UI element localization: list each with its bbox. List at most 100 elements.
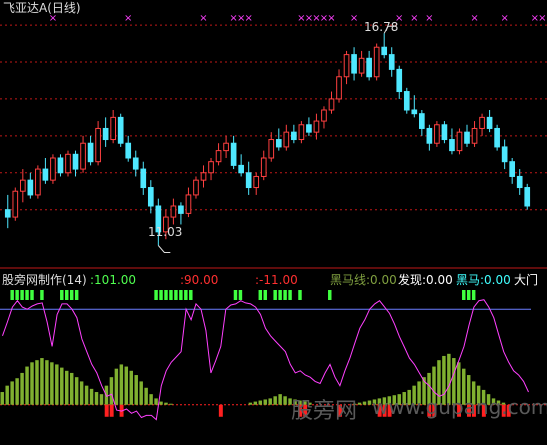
candle-body: [200, 172, 207, 181]
candle-body: [170, 205, 177, 218]
volume-bar: [15, 378, 19, 405]
volume-bar: [5, 385, 9, 405]
candle-body: [321, 109, 327, 122]
candle-body: [464, 131, 470, 144]
candle-body: [524, 187, 531, 207]
signal-tick: [20, 290, 24, 300]
candle-body: [215, 150, 222, 163]
candle-body: [132, 157, 139, 170]
signal-tick: [65, 290, 69, 300]
volume-bar: [263, 399, 267, 405]
volume-bar: [40, 358, 44, 405]
signal-tick: [328, 290, 332, 300]
volume-bar: [248, 402, 253, 405]
candle-body: [441, 124, 448, 141]
volume-bar: [124, 366, 129, 405]
signal-tick: [40, 290, 44, 300]
candle-body: [396, 68, 403, 93]
volume-bar: [367, 400, 372, 405]
candle-body: [57, 157, 64, 174]
candle-body: [110, 116, 116, 141]
negative-bar: [109, 404, 114, 417]
volume-bar: [25, 366, 29, 405]
signal-tick: [184, 290, 188, 300]
candle-body: [449, 139, 455, 152]
volume-bar: [94, 392, 99, 405]
candle-body: [471, 127, 478, 144]
signal-tick: [164, 290, 168, 300]
volume-bar: [278, 394, 282, 405]
candle-body: [516, 175, 523, 189]
volume-bar: [89, 388, 94, 405]
signal-tick: [74, 290, 79, 300]
signal-tick: [159, 290, 163, 300]
candle-body: [19, 179, 26, 192]
volume-bar: [114, 368, 119, 405]
signal-marker: ×: [500, 13, 508, 24]
candle-body: [4, 209, 11, 218]
indicator-value-4: 黑马线:0.00: [330, 273, 397, 287]
candle-body: [95, 127, 101, 163]
volume-bar: [50, 362, 54, 405]
candle-body: [238, 164, 244, 174]
signal-marker: ×: [327, 13, 335, 24]
candle-body: [72, 153, 79, 170]
volume-bar: [0, 392, 4, 405]
candle-body: [223, 142, 229, 152]
candle-body: [185, 194, 192, 214]
candle-body: [50, 157, 56, 181]
candle-body: [193, 179, 199, 196]
signal-tick: [69, 290, 74, 300]
candle-body: [351, 54, 357, 74]
candle-body: [426, 127, 433, 144]
volume-bar: [258, 400, 263, 405]
candle-body: [313, 120, 320, 133]
volume-bar: [139, 381, 143, 405]
volume-bar: [60, 367, 64, 405]
signal-tick: [25, 290, 29, 300]
candle-body: [373, 46, 380, 78]
low-pointer: [157, 245, 171, 254]
volume-bar: [134, 375, 138, 405]
volume-bar: [159, 401, 163, 405]
signal-marker: ×: [124, 13, 132, 24]
candle-body: [479, 116, 485, 129]
signal-tick: [298, 290, 302, 300]
candle-body: [87, 142, 94, 163]
chart-root: ××××××××××××××××××××× 飞亚达A(日线) 16.78 11.…: [0, 0, 547, 445]
indicator-name: 股旁网制作(14): [2, 273, 87, 287]
high-annotation: 16.78: [364, 20, 399, 34]
volume-bar: [357, 402, 362, 405]
signal-marker: ×: [199, 13, 207, 24]
indicator-value-3: :-11.00: [255, 273, 298, 287]
signal-tick: [466, 290, 471, 300]
volume-bar: [55, 364, 59, 405]
signal-tick: [238, 290, 243, 300]
signal-tick: [471, 290, 476, 300]
volume-bar: [65, 370, 69, 405]
candle-body: [366, 57, 372, 78]
signal-marker: ×: [470, 13, 478, 24]
volume-bar: [45, 360, 49, 405]
signal-tick: [30, 290, 34, 300]
candle-body: [65, 153, 71, 174]
candle-body: [434, 124, 440, 144]
volume-bar: [20, 372, 24, 405]
signal-tick: [462, 290, 466, 300]
candle-body: [343, 54, 350, 78]
candle-body: [298, 124, 305, 141]
candle-body: [102, 127, 109, 141]
main-chart-svg: ×××××××××××××××××××××: [0, 13, 547, 421]
candle-body: [147, 187, 154, 207]
candle-body: [35, 168, 41, 196]
volume-bar: [362, 401, 367, 405]
volume-bar: [253, 401, 258, 405]
volume-bar: [164, 402, 168, 405]
candle-body: [358, 57, 365, 74]
negative-bar: [104, 404, 109, 417]
signal-tick: [278, 290, 282, 300]
volume-bar: [268, 398, 272, 405]
signal-tick: [263, 290, 267, 300]
signal-tick: [174, 290, 178, 300]
volume-bar: [99, 394, 104, 405]
